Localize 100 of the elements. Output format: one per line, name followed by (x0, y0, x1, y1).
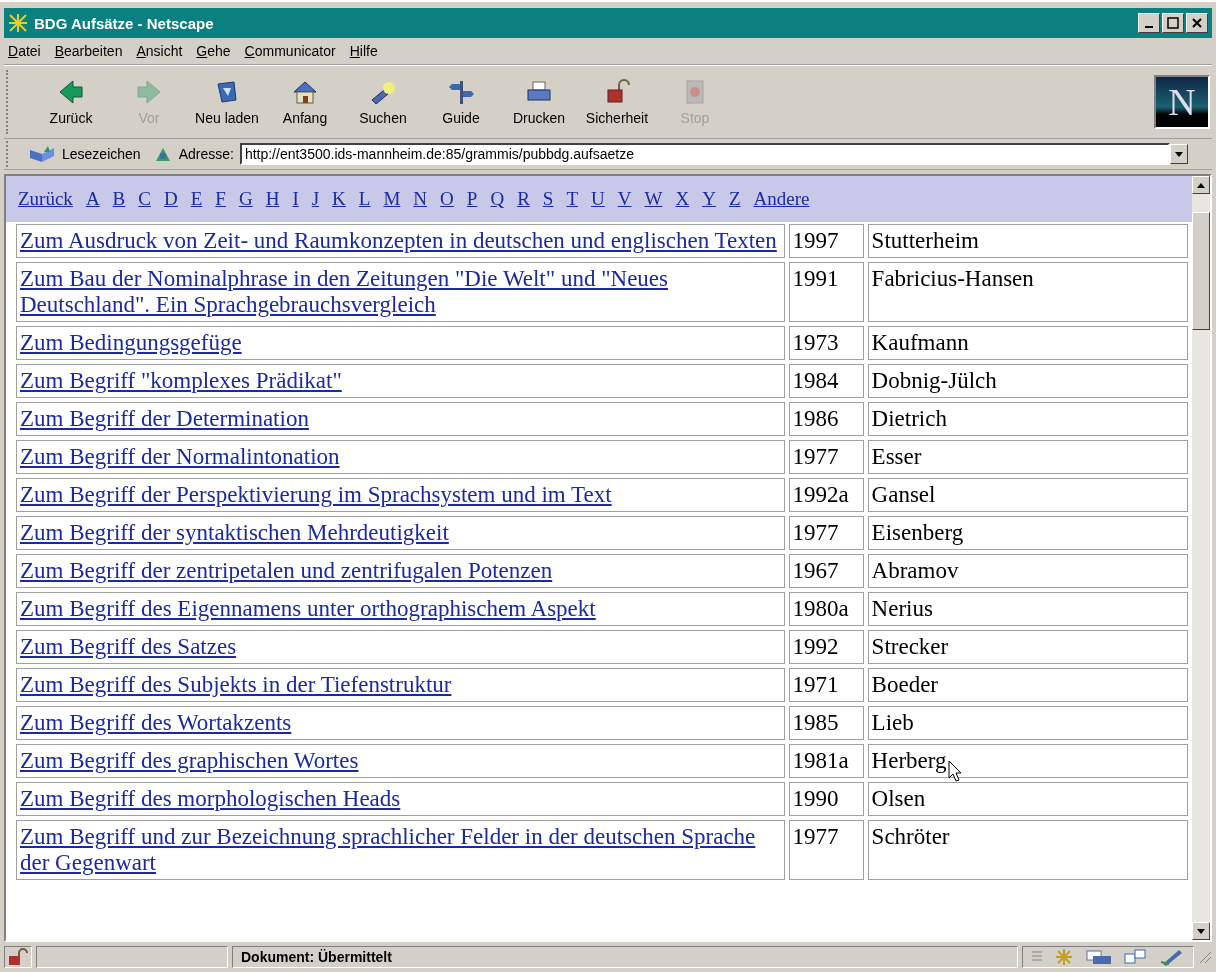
menu-item[interactable]: Ansicht (136, 43, 183, 59)
index-link[interactable]: O (440, 188, 454, 210)
table-cell: 1990 (788, 782, 864, 816)
index-link[interactable]: F (215, 188, 226, 210)
index-link[interactable]: L (358, 188, 371, 210)
title-link[interactable]: Zum Bedingungsgefüge (20, 330, 781, 356)
menu-item[interactable]: Hilfe (349, 43, 378, 59)
caret-icon (1175, 151, 1183, 157)
index-link[interactable]: I (292, 188, 299, 210)
app-icon (8, 13, 28, 33)
index-link[interactable]: A (85, 188, 100, 210)
table-cell: Schröter (867, 820, 1188, 880)
title-link[interactable]: Zum Begriff der syntaktischen Mehrdeutigkeit (20, 520, 781, 546)
index-link[interactable]: W (644, 188, 663, 210)
index-link[interactable]: B (112, 188, 126, 210)
index-link[interactable]: S (542, 188, 554, 210)
title-link[interactable]: Zum Begriff des morphologischen Heads (20, 786, 781, 812)
mouse-cursor-icon (948, 760, 964, 784)
title-link[interactable]: Zum Begriff der Perspektivierung im Sprachsystem und im Text (20, 482, 781, 508)
table-cell: Abramov (867, 554, 1188, 588)
table-cell: 1992 (788, 630, 864, 664)
menu-item[interactable]: Gehe (196, 43, 231, 59)
title-link[interactable]: Zum Begriff des Satzes (20, 634, 781, 660)
table-cell: 1984 (788, 364, 864, 398)
close-icon (1191, 17, 1203, 29)
index-link[interactable]: G (238, 188, 253, 210)
pen-icon[interactable] (1159, 948, 1185, 966)
maximize-button[interactable] (1162, 13, 1184, 33)
index-link[interactable]: N (413, 188, 428, 210)
status-text: Dokument: Übermittelt (232, 946, 1018, 968)
browser-logo[interactable]: N (1154, 75, 1210, 129)
index-link[interactable]: E (190, 188, 203, 210)
scroll-thumb[interactable] (1192, 212, 1210, 330)
window-title: BDG Aufsätze - Netscape (34, 14, 215, 32)
scroll-down-button[interactable] (1192, 922, 1210, 940)
index-link[interactable]: Zurück (18, 188, 73, 210)
toolbar-button[interactable]: Neu laden (188, 76, 266, 128)
title-link[interactable]: Zum Begriff der zentripetalen und zentrifugalen Potenzen (20, 558, 781, 584)
table-cell: Eisenberg (867, 516, 1188, 550)
index-link[interactable]: T (566, 188, 578, 210)
index-link[interactable]: J (311, 188, 320, 210)
index-link[interactable]: Q (490, 188, 505, 210)
index-link[interactable]: V (617, 188, 632, 210)
toolbar-button[interactable]: Guide (422, 76, 500, 128)
index-link[interactable]: K (332, 188, 346, 210)
title-link[interactable]: Zum Begriff des Subjekts in der Tiefenstruktur (20, 672, 781, 698)
toolbar-button[interactable]: Drucken (500, 76, 578, 128)
index-link[interactable]: P (466, 188, 478, 210)
index-link[interactable]: X (675, 188, 690, 210)
index-link[interactable]: D (164, 188, 178, 210)
table-cell: 1977 (788, 440, 864, 474)
index-link[interactable]: U (591, 188, 605, 210)
toolbar-button[interactable]: Anfang (266, 76, 344, 128)
title-link[interactable]: Zum Begriff des Wortakzents (20, 710, 781, 736)
table-cell: Boeder (867, 668, 1188, 702)
index-link[interactable]: M (383, 188, 401, 210)
scroll-up-button[interactable] (1192, 176, 1210, 194)
maximize-icon (1167, 17, 1179, 29)
menu-item[interactable]: Communicator (244, 43, 336, 59)
resize-grip-icon[interactable] (1198, 950, 1212, 964)
title-link[interactable]: Zum Begriff der Determination (20, 406, 781, 432)
minimize-icon (1145, 26, 1153, 28)
table-cell: Esser (867, 440, 1188, 474)
title-link[interactable]: Zum Begriff "komplexes Prädikat" (20, 368, 781, 394)
toolbar-button[interactable]: Suchen (344, 76, 422, 128)
down-arrow-icon (1197, 928, 1205, 934)
title-link[interactable]: Zum Begriff des graphischen Wortes (20, 748, 781, 774)
table-cell: 1986 (788, 402, 864, 436)
menu-item[interactable]: Datei (8, 43, 41, 59)
minimize-button[interactable] (1138, 13, 1160, 33)
close-button[interactable] (1186, 13, 1208, 33)
table-cell: 1971 (788, 668, 864, 702)
index-link[interactable]: Z (728, 188, 741, 210)
index-link[interactable]: Y (702, 188, 716, 210)
scrollbar[interactable] (1192, 176, 1210, 940)
toolbar-button[interactable]: Sicherheit (578, 76, 656, 128)
index-link[interactable]: H (265, 188, 280, 210)
menu-item[interactable]: Bearbeiten (54, 43, 123, 59)
bookmarks-button[interactable]: Lesezeichen (28, 144, 147, 164)
table-cell: Kaufmann (867, 326, 1188, 360)
table-cell: 1992a (788, 478, 864, 512)
table-cell: 1977 (788, 820, 864, 880)
table-cell: Lieb (867, 706, 1188, 740)
dropdown-button[interactable] (1170, 144, 1188, 164)
title-link[interactable]: Zum Ausdruck von Zeit- und Raumkonzepten in deutschen und englischen Texten (20, 228, 781, 254)
title-link[interactable]: Zum Begriff der Normalintonation (20, 444, 781, 470)
title-link[interactable]: Zum Bau der Nominalphrase in den Zeitungen "Die Welt" und "Neues Deutschland". Ein Sprachgebrauchsvergleich (20, 266, 781, 318)
index-link[interactable]: C (138, 188, 151, 210)
table-cell: 1981a (788, 744, 864, 778)
table-cell: Dietrich (867, 402, 1188, 436)
table-cell: 1967 (788, 554, 864, 588)
toolbar-button[interactable]: Zurück (32, 76, 110, 128)
index-link[interactable]: R (517, 188, 530, 210)
index-link[interactable]: Andere (753, 188, 810, 210)
table-cell: Olsen (867, 782, 1188, 816)
address-field[interactable]: http://ent3500.ids-mannheim.de:85/grammis/pubbdg.aufsaetze (239, 143, 1170, 165)
title-link[interactable]: Zum Begriff und zur Bezeichnung sprachlicher Felder in der deutschen Sprache der Gegenwart (20, 824, 781, 876)
table-cell: Nerius (867, 592, 1188, 626)
table-cell: 1973 (788, 326, 864, 360)
title-link[interactable]: Zum Begriff des Eigennamens unter orthographischem Aspekt (20, 596, 781, 622)
